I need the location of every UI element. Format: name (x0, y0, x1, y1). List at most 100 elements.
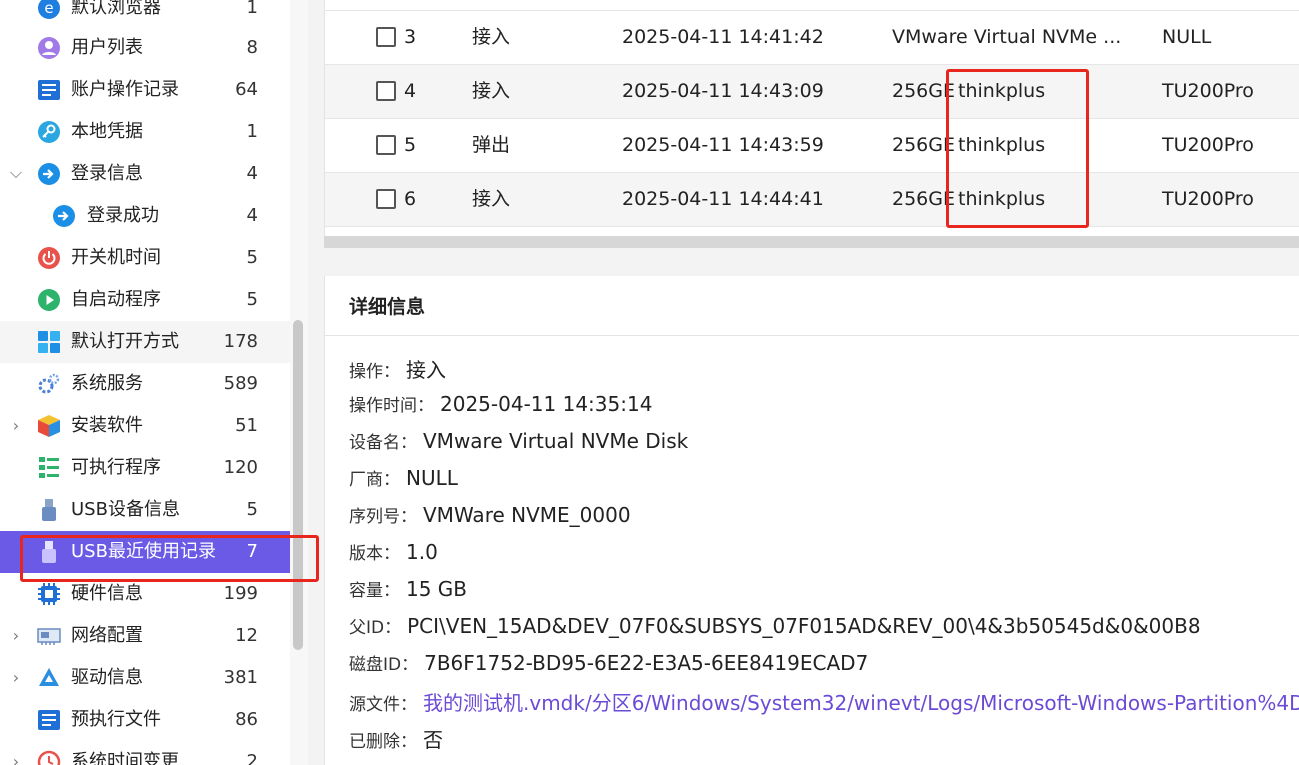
detail-value: 2025-04-11 14:35:14 (440, 392, 653, 416)
sidebar-item-count: 64 (235, 79, 258, 100)
chevron-right-icon[interactable]: › (6, 625, 26, 645)
sidebar-item-label: 本地凭据 (71, 121, 143, 142)
detail-row-operation: 操作： 接入 (349, 354, 446, 383)
sidebar-item-usb-devices[interactable]: USB设备信息 5 (0, 489, 290, 531)
sidebar-item-label: 用户列表 (71, 37, 143, 58)
table-row[interactable]: 6 接入 2025-04-11 14:44:41 256GE thinkplus… (325, 173, 1299, 227)
sidebar-item-label: 网络配置 (71, 625, 143, 646)
detail-value: NULL (406, 466, 458, 490)
executable-list-icon (37, 456, 61, 480)
table-row[interactable]: 5 弹出 2025-04-11 14:43:59 256GE thinkplus… (325, 119, 1299, 173)
sidebar-item-label: 可执行程序 (71, 457, 161, 478)
row-time: 2025-04-11 14:41:42 (622, 26, 824, 48)
sidebar-item-count: 4 (246, 205, 258, 226)
source-file-link[interactable]: 我的测试机.vmdk/分区6/Windows/System32/winevt/L… (423, 691, 1299, 715)
sidebar-item-default-open-with[interactable]: 默认打开方式 178 (0, 321, 290, 363)
sidebar-item-installed-software[interactable]: › 安装软件 51 (0, 405, 290, 447)
detail-row-device-name: 设备名： VMware Virtual NVMe Disk (349, 428, 688, 453)
sidebar-item-executables[interactable]: 可执行程序 120 (0, 447, 290, 489)
chevron-right-icon[interactable]: › (6, 667, 26, 687)
sidebar-item-count: 178 (223, 331, 258, 352)
log-list-icon (37, 78, 61, 102)
browser-icon: e (37, 0, 61, 20)
package-icon (37, 414, 61, 438)
key-icon (37, 120, 61, 144)
row-operation: 接入 (472, 188, 511, 210)
row-checkbox[interactable] (376, 27, 396, 47)
sidebar-item-label: USB设备信息 (71, 499, 180, 520)
detail-value: 接入 (406, 358, 446, 382)
row-operation: 接入 (472, 26, 511, 48)
highlight-box-selected-item (20, 535, 319, 582)
detail-panel: 详细信息 操作： 接入 操作时间： 2025-04-11 14:35:14 设备名：… (324, 276, 1299, 765)
sidebar-item-label: 默认打开方式 (71, 331, 179, 352)
detail-row-disk-id: 磁盘ID： 7B6F1752-BD95-6E22-E3A5-6EE8419ECAD… (349, 650, 868, 675)
row-operation: 弹出 (472, 134, 511, 156)
row-time: 2025-04-11 14:44:41 (622, 188, 824, 210)
row-checkbox[interactable] (376, 81, 396, 101)
chip-icon (37, 582, 61, 606)
row-index: 3 (404, 26, 417, 48)
row-checkbox[interactable] (376, 135, 396, 155)
usb-icon (37, 498, 61, 522)
row-vendor: TU200Pro (1162, 80, 1254, 102)
sidebar-item-label: 系统时间变更 (71, 751, 179, 765)
detail-key: 厂商： (349, 470, 400, 490)
sidebar-item-account-log[interactable]: 账户操作记录 64 (0, 69, 290, 111)
clock-icon (37, 750, 61, 765)
sidebar-item-login-info[interactable]: ⌵ 登录信息 4 (0, 153, 290, 195)
sidebar-item-system-services[interactable]: 系统服务 589 (0, 363, 290, 405)
sidebar-item-autostart[interactable]: 自启动程序 5 (0, 279, 290, 321)
sidebar-item-count: 12 (235, 625, 258, 646)
chevron-right-icon[interactable]: › (6, 415, 26, 435)
table-horizontal-scrollbar[interactable] (324, 236, 1299, 248)
detail-row-version: 版本： 1.0 (349, 539, 438, 564)
sidebar-item-label: 账户操作记录 (71, 79, 179, 100)
detail-key: 父ID： (349, 618, 402, 638)
sidebar-item-login-success[interactable]: 登录成功 4 (0, 195, 290, 237)
highlight-box-thinkplus (946, 69, 1089, 228)
table-row[interactable]: 4 接入 2025-04-11 14:43:09 256GE thinkplus… (325, 65, 1299, 119)
sidebar-item-count: 5 (246, 247, 258, 268)
sidebar-item-count: 5 (246, 499, 258, 520)
detail-value: 7B6F1752-BD95-6E22-E3A5-6EE8419ECAD7 (424, 651, 869, 675)
detail-key: 磁盘ID： (349, 655, 419, 675)
detail-row-source-file: 源文件： 我的测试机.vmdk/分区6/Windows/System32/wine… (349, 687, 1299, 716)
detail-row-deleted: 已删除： 否 (349, 724, 443, 753)
row-checkbox[interactable] (376, 189, 396, 209)
sidebar-item-drivers[interactable]: › 驱动信息 381 (0, 657, 290, 699)
sidebar-item-count: 2 (246, 751, 258, 765)
log-list-icon (37, 708, 61, 732)
sidebar-item-label: 默认浏览器 (71, 0, 161, 18)
sidebar-item-default-browser[interactable]: e 默认浏览器 1 (0, 0, 290, 29)
detail-key: 操作： (349, 362, 400, 382)
detail-row-parent-id: 父ID： PCI\VEN_15AD&DEV_07F0&SUBSYS_07F015A… (349, 613, 1201, 638)
detail-value: 1.0 (406, 540, 438, 564)
sidebar-item-local-credentials[interactable]: 本地凭据 1 (0, 111, 290, 153)
row-time: 2025-04-11 14:43:09 (622, 80, 824, 102)
sidebar-item-label: 自启动程序 (71, 289, 161, 310)
chevron-right-icon[interactable]: › (6, 751, 26, 765)
sidebar-item-power-time[interactable]: 开关机时间 5 (0, 237, 290, 279)
detail-row-serial: 序列号： VMWare NVME_0000 (349, 502, 631, 527)
sidebar-item-count: 120 (223, 457, 258, 478)
sidebar-item-count: 1 (246, 0, 258, 18)
sidebar-item-label: 开关机时间 (71, 247, 161, 268)
table-row[interactable]: 3 接入 2025-04-11 14:41:42 VMware Virtual … (325, 11, 1299, 65)
login-icon (52, 204, 76, 228)
row-vendor: TU200Pro (1162, 134, 1254, 156)
detail-key: 设备名： (349, 433, 417, 453)
row-vendor: NULL (1162, 26, 1212, 48)
sidebar-item-user-list[interactable]: 用户列表 8 (0, 27, 290, 69)
detail-value: 15 GB (406, 577, 468, 601)
sidebar-item-prefetch[interactable]: 预执行文件 86 (0, 699, 290, 741)
sidebar-item-count: 1 (246, 121, 258, 142)
sidebar-scrollbar-thumb[interactable] (293, 320, 303, 650)
sidebar-item-label: 系统服务 (71, 373, 143, 394)
sidebar-item-network-config[interactable]: › 网络配置 12 (0, 615, 290, 657)
chevron-down-icon[interactable]: ⌵ (6, 163, 26, 183)
detail-key: 版本： (349, 544, 400, 564)
sidebar-item-system-time-change[interactable]: › 系统时间变更 2 (0, 741, 290, 765)
detail-key: 容量： (349, 581, 400, 601)
row-vendor: TU200Pro (1162, 188, 1254, 210)
